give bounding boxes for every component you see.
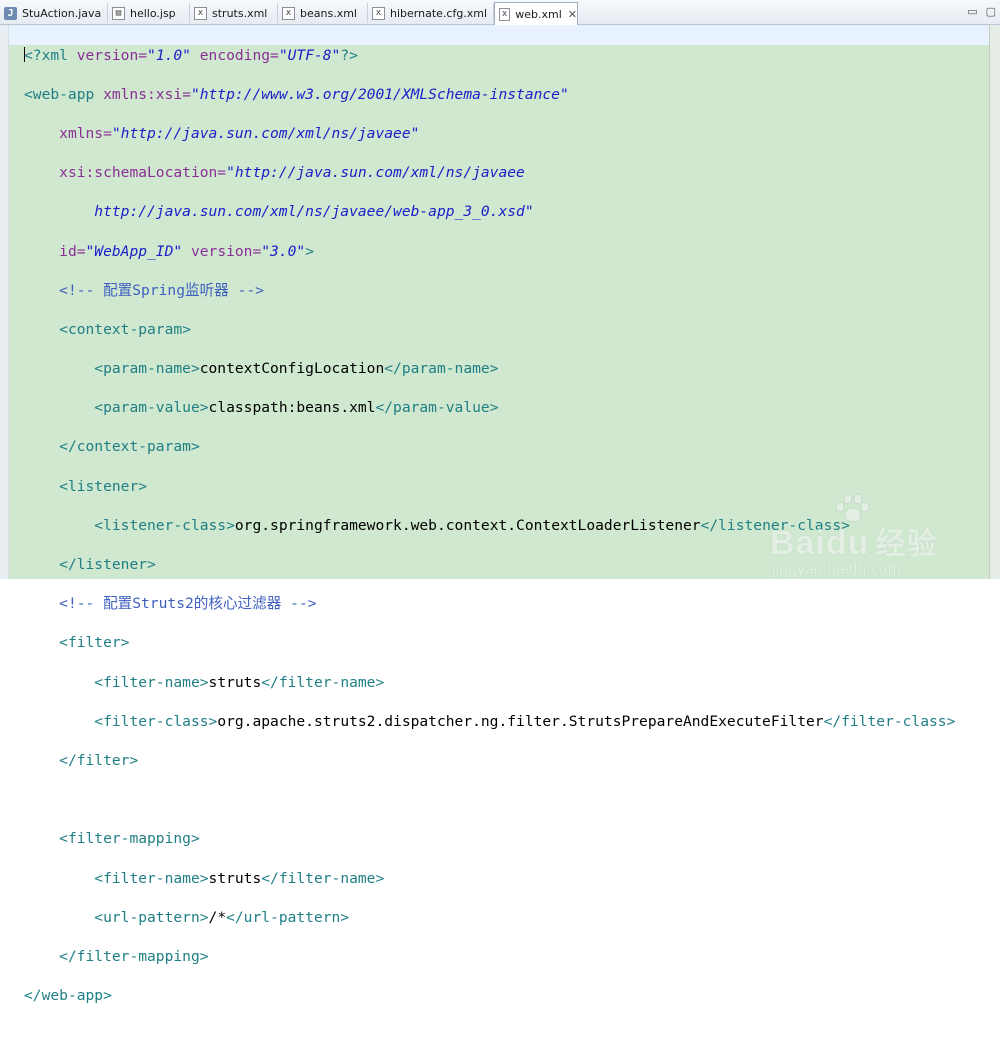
minimize-icon[interactable]: ▭ [967,5,977,18]
code-line-23: <url-pattern>/*</url-pattern> [94,908,350,926]
code-line-1: <?xml version="1.0" encoding="UTF-8"?> [24,46,358,64]
tab-label: web.xml [515,7,562,21]
tab-struts-xml[interactable]: x struts.xml [190,3,278,23]
tab-label: StuAction.java [22,6,102,20]
tab-hello-jsp[interactable]: ▤ hello.jsp [108,3,190,23]
code-line-21: <filter-mapping> [59,830,200,848]
code-editor[interactable]: <?xml version="1.0" encoding="UTF-8"?> <… [0,25,1000,1004]
xml-file-icon: x [372,6,385,20]
jsp-file-icon: ▤ [112,6,125,20]
tab-web-xml[interactable]: x web.xml ✕ [494,2,578,25]
code-line-9: <param-name>contextConfigLocation</param… [94,360,499,378]
tab-stuaction-java[interactable]: J StuAction.java [0,3,108,23]
tab-hibernate-cfg-xml[interactable]: x hibernate.cfg.xml [368,3,494,23]
watermark-url: jingyan.baidu.com [772,561,901,578]
tab-label: hibernate.cfg.xml [390,6,488,20]
maximize-icon[interactable]: ▢ [986,5,996,18]
code-line-16: <filter> [59,634,130,652]
code-line-4: xsi:schemaLocation="http://java.sun.com/… [59,164,525,182]
code-line-18: <filter-class>org.apache.struts2.dispatc… [94,712,956,730]
tab-beans-xml[interactable]: x beans.xml [278,3,368,23]
editor-gutter [0,25,9,579]
editor-tab-bar: J StuAction.java ▤ hello.jsp x struts.xm… [0,0,1000,25]
code-line-6: id="WebApp_ID" version="3.0"> [59,242,314,260]
code-line-15: <!-- 配置Struts2的核心过滤器 --> [59,595,317,613]
tab-label: hello.jsp [130,6,176,20]
code-line-7: <!-- 配置Spring监听器 --> [59,281,264,299]
window-controls: ▭ ▢ [967,5,996,18]
tab-label: struts.xml [212,6,268,20]
xml-file-icon: x [194,6,207,20]
code-line-25: </web-app> [24,987,112,1005]
code-line-17: <filter-name>struts</filter-name> [94,673,385,691]
code-line-3: xmlns="http://java.sun.com/xml/ns/javaee… [59,124,420,142]
code-line-8: <context-param> [59,320,191,338]
code-line-22: <filter-name>struts</filter-name> [94,869,385,887]
watermark-logo: Baidu 经验 [770,524,938,562]
xml-file-icon: x [499,7,511,21]
code-line-2: <web-app xmlns:xsi="http://www.w3.org/20… [24,85,569,103]
overview-ruler [989,25,1000,579]
xml-file-icon: x [282,6,295,20]
baidu-jingyan-watermark: Baidu 经验 jingyan.baidu.com [770,493,970,583]
code-line-10: <param-value>classpath:beans.xml</param-… [94,399,499,417]
tab-label: beans.xml [300,6,357,20]
java-file-icon: J [4,6,17,20]
code-line-5: http://java.sun.com/xml/ns/javaee/web-ap… [94,203,534,221]
code-line-19: </filter> [59,751,139,769]
code-line-24: </filter-mapping> [59,947,209,965]
code-line-11: </context-param> [59,438,200,456]
close-tab-icon[interactable]: ✕ [568,8,577,21]
